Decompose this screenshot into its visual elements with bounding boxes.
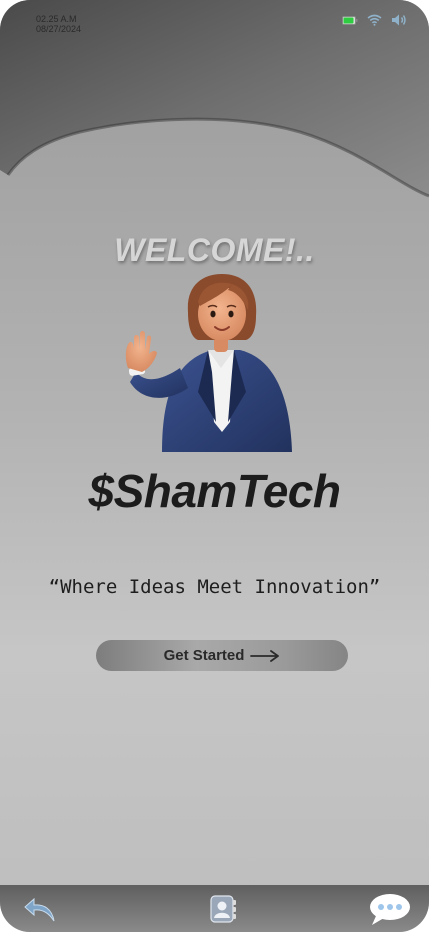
status-date: 08/27/2024 bbox=[36, 24, 82, 34]
tagline: “Where Ideas Meet Innovation” bbox=[48, 576, 381, 598]
waving-woman-avatar bbox=[125, 274, 292, 452]
contact-book-icon bbox=[210, 895, 236, 923]
contacts-button[interactable] bbox=[202, 891, 242, 927]
wifi-icon bbox=[367, 14, 382, 26]
brand-name: $ShamTech bbox=[88, 465, 341, 517]
bottom-nav-bar bbox=[0, 885, 429, 932]
status-icons bbox=[342, 13, 407, 27]
back-icon bbox=[24, 897, 55, 922]
welcome-heading: WELCOME!.. bbox=[114, 232, 315, 268]
battery-icon bbox=[342, 15, 358, 25]
chat-button[interactable] bbox=[366, 891, 414, 927]
arrow-right-icon bbox=[250, 649, 280, 662]
app-screen: 02.25 A.M 08/27/2024 WELCOME!.. $ShamTec… bbox=[0, 0, 429, 932]
back-button[interactable] bbox=[20, 891, 60, 927]
chat-bubble-icon bbox=[370, 894, 410, 925]
get-started-label: Get Started bbox=[163, 647, 245, 664]
status-datetime: 02.25 A.M 08/27/2024 bbox=[36, 14, 81, 34]
status-time: 02.25 A.M bbox=[36, 14, 77, 24]
get-started-button[interactable]: Get Started bbox=[96, 640, 348, 671]
volume-icon bbox=[392, 14, 406, 26]
